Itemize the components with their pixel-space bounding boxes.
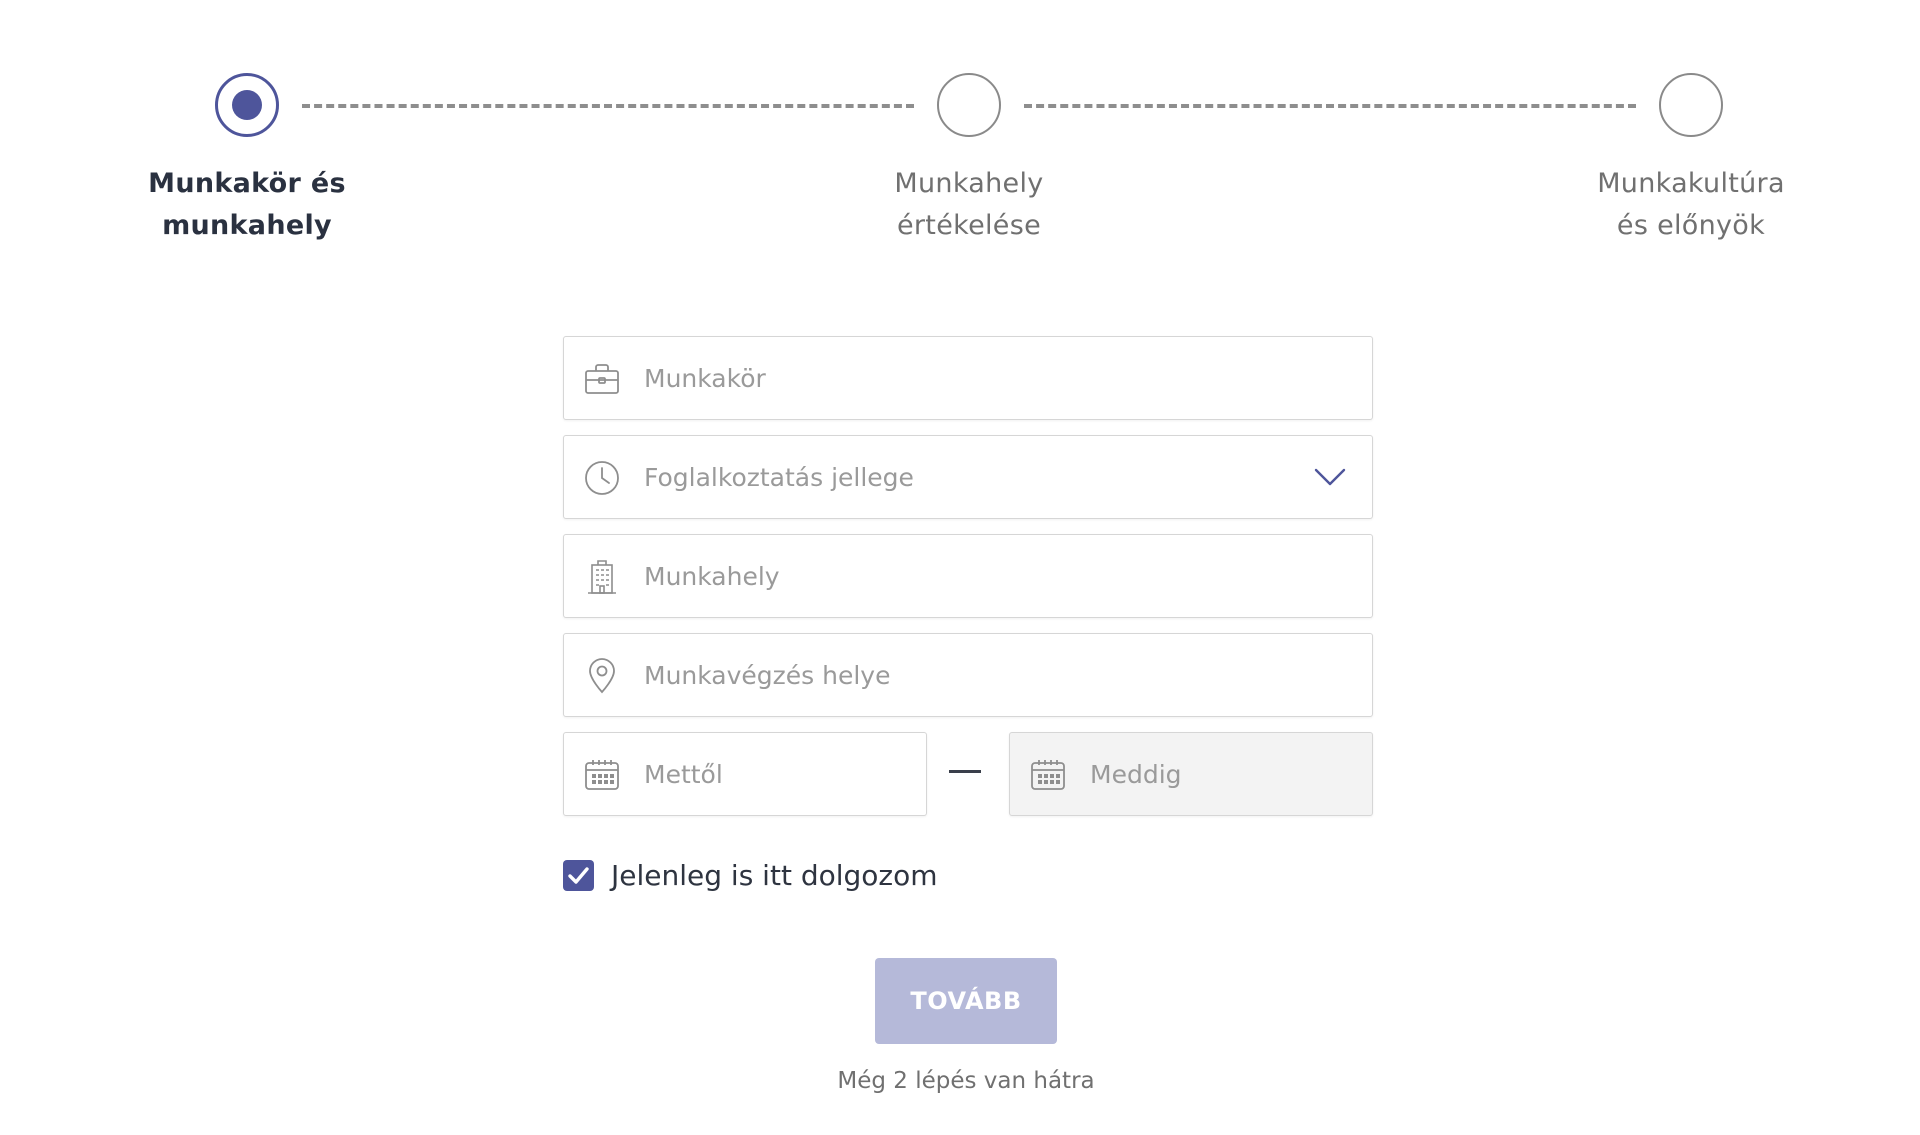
currently-working-label[interactable]: Jelenleg is itt dolgozom [611,856,938,896]
calendar-icon [1031,760,1065,790]
date-to-field [1009,732,1373,816]
job-title-field[interactable] [563,336,1373,420]
date-range-separator [949,770,981,773]
location-pin-icon [589,658,615,694]
step-2-indicator [937,73,1001,137]
step-connector-2 [1024,104,1636,108]
step-3-label: Munkakultúra és előnyök [1531,163,1851,247]
step-1-label-line2: munkahely [162,210,332,241]
date-from-input[interactable] [644,733,904,815]
next-button[interactable]: TOVÁBB [875,958,1057,1044]
progress-stepper: Munkakör és munkahely Munkahely értékelé… [0,0,1920,260]
step-1-label: Munkakör és munkahely [87,163,407,247]
step-active-dot [232,90,262,120]
calendar-icon [585,760,619,790]
currently-working-checkbox[interactable] [563,860,594,891]
employment-type-select[interactable] [563,435,1373,519]
checkmark-icon [568,867,589,884]
chevron-down-icon[interactable] [1314,464,1346,490]
date-to-input [1090,733,1350,815]
step-1-indicator [215,73,279,137]
remaining-steps-text: Még 2 lépés van hátra [837,1068,1095,1094]
workplace-field[interactable] [563,534,1373,618]
step-1-label-line1: Munkakör és [148,168,346,199]
job-title-input[interactable] [644,337,1284,419]
step-3-label-line2: és előnyök [1616,210,1766,241]
work-experience-form-page: Munkakör és munkahely Munkahely értékelé… [0,0,1920,1135]
workplace-input[interactable] [644,535,1284,617]
building-icon [588,560,616,594]
step-3-label-line1: Munkakultúra [1597,168,1785,199]
work-location-input[interactable] [644,634,1284,716]
step-2-label: Munkahely értékelése [809,163,1129,247]
step-2-label-line1: Munkahely [894,168,1044,199]
step-3-indicator [1659,73,1723,137]
date-from-field[interactable] [563,732,927,816]
employment-type-input[interactable] [644,436,1284,518]
briefcase-icon [585,364,619,394]
step-2-label-line2: értékelése [897,210,1041,241]
clock-icon [585,461,619,495]
step-connector-1 [302,104,914,108]
work-location-field[interactable] [563,633,1373,717]
